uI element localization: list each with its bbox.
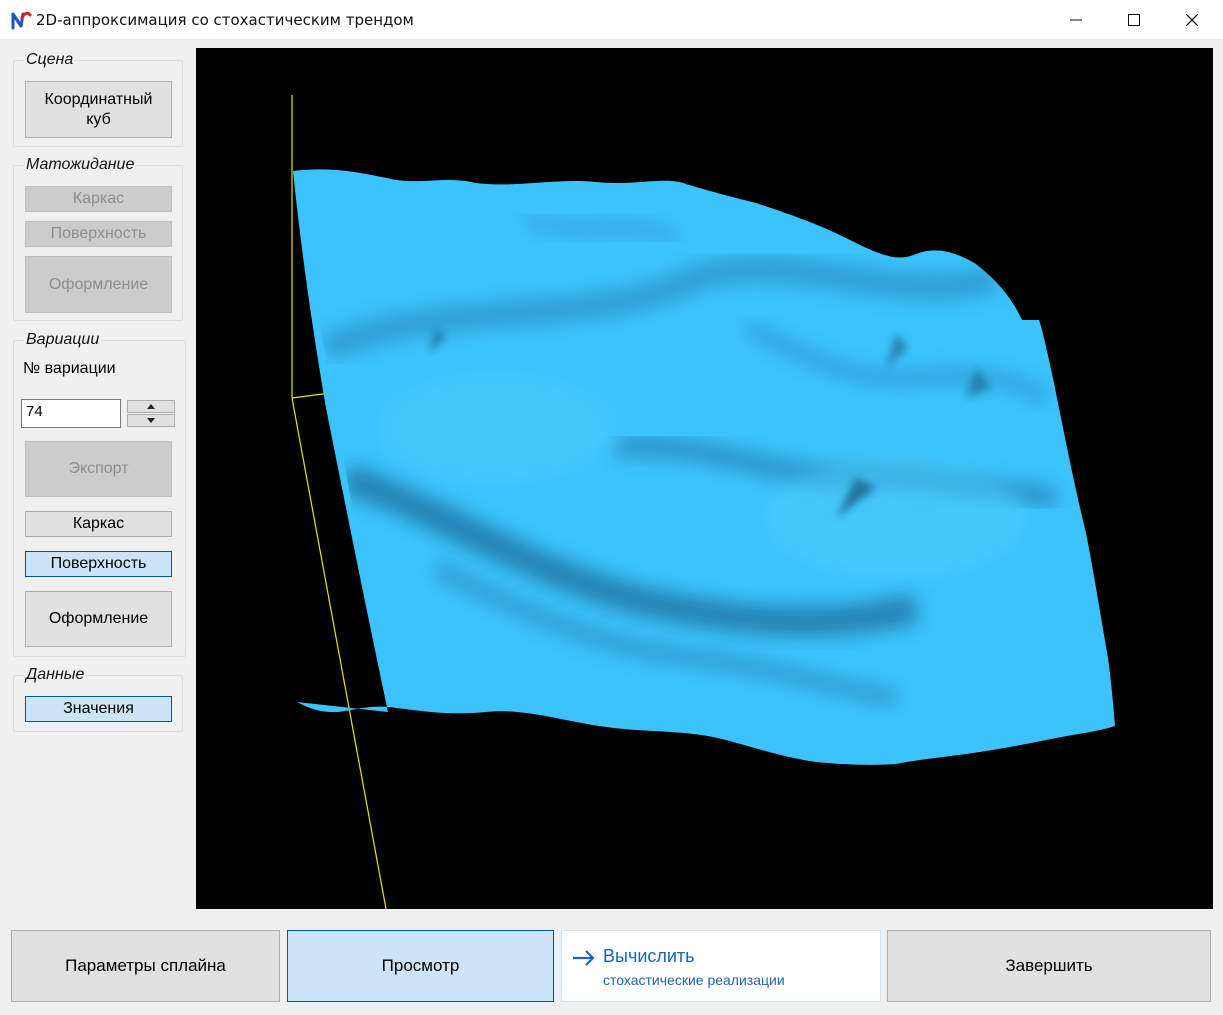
minimize-icon [1070,19,1082,21]
stepper-up-button[interactable] [127,400,175,413]
view-button[interactable]: Просмотр [287,930,554,1002]
expectation-styling-button[interactable]: Оформление [25,256,172,313]
caret-up-icon [147,404,155,409]
arrow-right-icon [573,950,595,966]
compute-main-label: Вычислить [603,946,695,966]
surface-mesh [293,169,1115,765]
app-logo-icon [11,11,32,30]
spline-parameters-button[interactable]: Параметры сплайна [11,930,280,1002]
stepper-down-button[interactable] [127,414,175,427]
variations-legend: Вариации [24,331,102,349]
data-legend: Данные [24,666,87,684]
maximize-icon [1128,14,1140,26]
variation-number-input[interactable]: 74 [21,399,121,428]
title-bar: 2D-аппроксимация со стохастическим тренд… [0,0,1223,40]
variation-number-stepper[interactable] [127,400,175,428]
values-button[interactable]: Значения [25,696,172,722]
variation-styling-button[interactable]: Оформление [25,591,172,647]
compute-command-link[interactable]: Вычислить стохастические реализации [561,930,881,1002]
close-icon [1186,14,1198,26]
finish-button[interactable]: Завершить [887,930,1211,1002]
expectation-surface-button[interactable]: Поверхность [25,221,172,247]
compute-sub-label: стохастические реализации [603,972,785,988]
export-button[interactable]: Экспорт [25,441,172,497]
variation-wireframe-button[interactable]: Каркас [25,511,172,537]
expectation-wireframe-button[interactable]: Каркас [25,186,172,212]
maximize-button[interactable] [1105,0,1163,40]
window-title: 2D-аппроксимация со стохастическим тренд… [36,11,414,29]
3d-viewport[interactable] [196,48,1213,910]
coordinate-cube-button[interactable]: Координатный куб [25,81,172,138]
caret-down-icon [147,418,155,423]
close-button[interactable] [1163,0,1221,40]
coordinate-cube-label-line1: Координатный [44,90,153,108]
variation-surface-button[interactable]: Поверхность [25,551,172,577]
variation-number-label: № вариации [23,360,116,377]
scene-legend: Сцена [24,51,76,69]
surface-plot [291,95,1115,910]
minimize-button[interactable] [1047,0,1105,40]
coordinate-cube-label-line2: куб [86,110,111,128]
expectation-legend: Матожидание [24,156,137,174]
